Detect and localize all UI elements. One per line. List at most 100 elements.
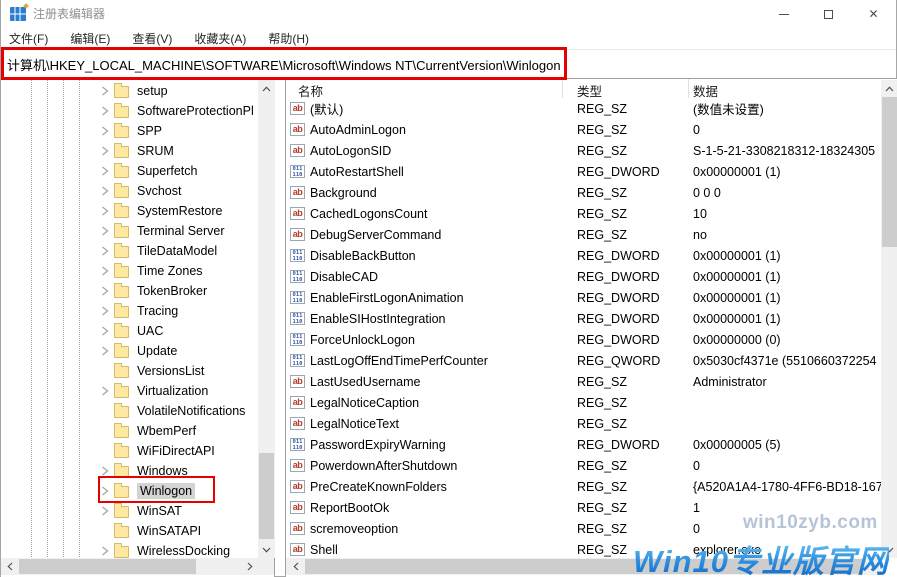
chevron-right-icon[interactable]: [101, 166, 110, 176]
registry-value-row[interactable]: ab CachedLogonsCount REG_SZ 10: [286, 203, 881, 224]
chevron-right-icon[interactable]: [101, 106, 110, 116]
chevron-right-icon[interactable]: [101, 506, 110, 516]
list-header: 名称 类型 数据: [286, 79, 897, 98]
column-separator[interactable]: [688, 79, 689, 98]
menu-item[interactable]: 编辑(E): [70, 30, 110, 47]
list-hscroll-thumb[interactable]: [305, 559, 863, 574]
chevron-right-icon[interactable]: [101, 386, 110, 396]
chevron-right-icon[interactable]: [101, 466, 110, 476]
chevron-right-icon[interactable]: [101, 286, 110, 296]
registry-value-row[interactable]: 011110 ForceUnlockLogon REG_DWORD 0x0000…: [286, 329, 881, 350]
minimize-icon: [779, 14, 789, 15]
chevron-right-icon[interactable]: [101, 306, 110, 316]
registry-value-row[interactable]: ab AutoLogonSID REG_SZ S-1-5-21-33082183…: [286, 140, 881, 161]
minimize-button[interactable]: [761, 0, 806, 28]
chevron-right-icon[interactable]: [101, 346, 110, 356]
close-button[interactable]: ✕: [851, 0, 896, 28]
registry-value-row[interactable]: 011110 LastLogOffEndTimePerfCounter REG_…: [286, 350, 881, 371]
folder-icon: [114, 286, 129, 298]
chevron-right-icon[interactable]: [101, 226, 110, 236]
registry-value-row[interactable]: 011110 PasswordExpiryWarning REG_DWORD 0…: [286, 434, 881, 455]
tree-item-label: Update: [137, 344, 177, 358]
value-name-cell: ab CachedLogonsCount: [286, 207, 562, 221]
chevron-right-icon[interactable]: [101, 326, 110, 336]
tree-item-setup[interactable]: setup: [1, 81, 257, 101]
tree-item-softwareprotectionpl[interactable]: SoftwareProtectionPl: [1, 101, 257, 121]
tree-item-uac[interactable]: UAC: [1, 321, 257, 341]
tree-item-wifidirectapi[interactable]: WiFiDirectAPI: [1, 441, 257, 461]
chevron-right-icon[interactable]: [101, 126, 110, 136]
scroll-down-button[interactable]: [881, 541, 897, 558]
tree-item-tracing[interactable]: Tracing: [1, 301, 257, 321]
tree-item-volatilenotifications[interactable]: VolatileNotifications: [1, 401, 257, 421]
scroll-left-button[interactable]: [287, 558, 304, 575]
registry-value-row[interactable]: ab Shell REG_SZ explorer.exe: [286, 539, 881, 560]
tree-item-winsat[interactable]: WinSAT: [1, 501, 257, 521]
value-type: REG_DWORD: [562, 165, 688, 179]
scroll-up-button[interactable]: [258, 80, 275, 97]
chevron-right-icon[interactable]: [101, 186, 110, 196]
chevron-right-icon[interactable]: [101, 86, 110, 96]
value-name-cell: ab AutoAdminLogon: [286, 123, 562, 137]
tree-item-virtualization[interactable]: Virtualization: [1, 381, 257, 401]
list-vscroll-thumb[interactable]: [882, 97, 897, 247]
tree-item-svchost[interactable]: Svchost: [1, 181, 257, 201]
chevron-right-icon[interactable]: [101, 146, 110, 156]
registry-value-row[interactable]: ab PowerdownAfterShutdown REG_SZ 0: [286, 455, 881, 476]
tree-item-label: WirelessDocking: [137, 544, 230, 558]
tree-item-versionslist[interactable]: VersionsList: [1, 361, 257, 381]
chevron-right-icon[interactable]: [101, 206, 110, 216]
window-title: 注册表编辑器: [33, 0, 105, 28]
tree-item-superfetch[interactable]: Superfetch: [1, 161, 257, 181]
registry-value-row[interactable]: 011110 DisableBackButton REG_DWORD 0x000…: [286, 245, 881, 266]
tree-item-tiledatamodel[interactable]: TileDataModel: [1, 241, 257, 261]
tree-item-time-zones[interactable]: Time Zones: [1, 261, 257, 281]
tree-item-tokenbroker[interactable]: TokenBroker: [1, 281, 257, 301]
registry-value-row[interactable]: ab PreCreateKnownFolders REG_SZ {A520A1A…: [286, 476, 881, 497]
column-separator[interactable]: [562, 79, 563, 98]
registry-value-row[interactable]: 011110 EnableFirstLogonAnimation REG_DWO…: [286, 287, 881, 308]
registry-value-row[interactable]: ab AutoAdminLogon REG_SZ 0: [286, 119, 881, 140]
registry-value-row[interactable]: 011110 EnableSIHostIntegration REG_DWORD…: [286, 308, 881, 329]
scroll-left-button[interactable]: [1, 558, 18, 575]
tree-item-winlogon[interactable]: Winlogon: [1, 481, 257, 501]
menu-item[interactable]: 收藏夹(A): [194, 30, 246, 47]
scroll-right-button[interactable]: [241, 558, 258, 575]
tree-item-spp[interactable]: SPP: [1, 121, 257, 141]
value-name: ReportBootOk: [310, 501, 389, 515]
tree-item-srum[interactable]: SRUM: [1, 141, 257, 161]
registry-value-row[interactable]: ab DebugServerCommand REG_SZ no: [286, 224, 881, 245]
tree-item-wbemperf[interactable]: WbemPerf: [1, 421, 257, 441]
registry-value-row[interactable]: ab LegalNoticeText REG_SZ: [286, 413, 881, 434]
scroll-down-button[interactable]: [258, 541, 275, 558]
menu-item[interactable]: 查看(V): [132, 30, 172, 47]
chevron-right-icon[interactable]: [101, 266, 110, 276]
value-data: 0: [688, 522, 881, 536]
tree-item-winsatapi[interactable]: WinSATAPI: [1, 521, 257, 541]
value-name-cell: 011110 AutoRestartShell: [286, 165, 562, 179]
registry-value-row[interactable]: ab LastUsedUsername REG_SZ Administrator: [286, 371, 881, 392]
tree-item-windows[interactable]: Windows: [1, 461, 257, 481]
registry-value-row[interactable]: 011110 DisableCAD REG_DWORD 0x00000001 (…: [286, 266, 881, 287]
menu-item[interactable]: 帮助(H): [268, 30, 309, 47]
tree-item-update[interactable]: Update: [1, 341, 257, 361]
scroll-up-button[interactable]: [881, 80, 897, 97]
maximize-button[interactable]: [806, 0, 851, 28]
chevron-right-icon[interactable]: [101, 246, 110, 256]
scroll-right-button[interactable]: [864, 558, 881, 575]
tree-hscroll-thumb[interactable]: [19, 559, 196, 574]
address-input[interactable]: [1, 50, 896, 78]
registry-value-row[interactable]: ab scremoveoption REG_SZ 0: [286, 518, 881, 539]
chevron-right-icon[interactable]: [101, 486, 110, 496]
tree-item-terminal-server[interactable]: Terminal Server: [1, 221, 257, 241]
registry-value-row[interactable]: 011110 AutoRestartShell REG_DWORD 0x0000…: [286, 161, 881, 182]
registry-value-row[interactable]: ab LegalNoticeCaption REG_SZ: [286, 392, 881, 413]
registry-value-row[interactable]: ab Background REG_SZ 0 0 0: [286, 182, 881, 203]
registry-value-row[interactable]: ab ReportBootOk REG_SZ 1: [286, 497, 881, 518]
tree-vscroll-thumb[interactable]: [259, 453, 274, 539]
menu-item[interactable]: 文件(F): [9, 30, 48, 47]
registry-value-row[interactable]: ab (默认) REG_SZ (数值未设置): [286, 98, 881, 119]
value-type: REG_SZ: [562, 459, 688, 473]
tree-item-systemrestore[interactable]: SystemRestore: [1, 201, 257, 221]
chevron-right-icon[interactable]: [101, 546, 110, 556]
